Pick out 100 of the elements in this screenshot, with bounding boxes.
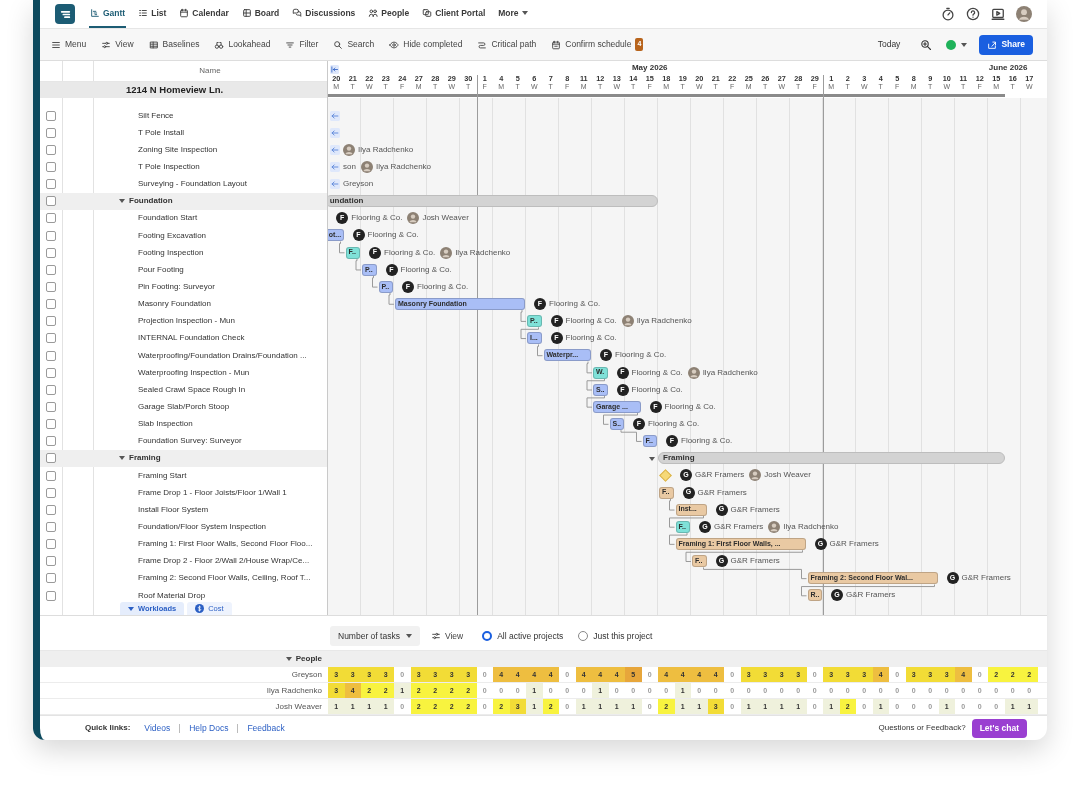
group-bar[interactable]: Framing [658, 452, 1005, 465]
left-arrow-icon[interactable] [330, 110, 340, 121]
nav-tab[interactable]: List [137, 0, 168, 28]
zoom-in-icon[interactable] [920, 38, 933, 51]
checkbox[interactable] [46, 247, 56, 258]
nav-tab[interactable]: Client Portal [421, 0, 487, 28]
feedback-prompt: Questions or Feedback? [878, 722, 966, 734]
toolbar-button[interactable]: Search [330, 36, 378, 53]
assignee-name: Flooring & Co. [681, 435, 733, 448]
checkbox[interactable] [46, 281, 56, 292]
assignee-name: G&R Framers [730, 503, 780, 516]
share-icon [987, 39, 998, 50]
checkbox[interactable] [46, 453, 56, 464]
checkbox[interactable] [46, 299, 56, 310]
group-bar[interactable]: undation [328, 195, 658, 208]
checkbox[interactable] [46, 110, 56, 121]
checkbox[interactable] [46, 333, 56, 344]
expand-caret-icon[interactable] [119, 456, 125, 461]
dependency-line [355, 258, 362, 271]
toolbar-button[interactable]: Lookahead [211, 36, 274, 53]
project-name: 1214 N Homeview Ln. [126, 82, 224, 97]
assignee-name: Josh Weaver [422, 212, 469, 225]
checkbox[interactable] [46, 401, 56, 412]
checkbox[interactable] [46, 367, 56, 378]
radio-button[interactable] [578, 631, 589, 642]
toolbar-button[interactable]: Hide completed [386, 36, 466, 53]
share-button[interactable]: Share [979, 34, 1033, 55]
sliders-icon [430, 631, 441, 642]
view-button[interactable]: View [427, 627, 467, 645]
checkbox[interactable] [46, 162, 56, 172]
binoculars-icon [214, 39, 225, 50]
checkbox[interactable] [46, 521, 56, 532]
toolbar-button[interactable]: Critical path [474, 36, 540, 53]
task-name: Zoning Site Inspection [137, 143, 218, 156]
left-arrow-icon[interactable] [330, 127, 340, 138]
nav-tab[interactable]: Discussions [291, 0, 357, 28]
assignee-name: Ilya Radchenko [358, 143, 414, 156]
checkbox[interactable] [46, 384, 56, 395]
checkbox[interactable] [46, 350, 56, 361]
radio-label: All active projects [497, 629, 564, 643]
nav-tab[interactable]: People [367, 0, 411, 28]
toolbar-button[interactable]: Filter [282, 36, 322, 53]
app-logo[interactable] [55, 4, 75, 24]
footer-link[interactable]: Feedback [237, 723, 294, 733]
group-name: Foundation [129, 195, 173, 208]
person-name: Greyson [291, 668, 322, 681]
radio-button[interactable] [482, 631, 493, 642]
checkbox[interactable] [46, 316, 56, 327]
chat-button[interactable]: Let's chat [971, 718, 1027, 738]
nav-tab[interactable]: Board [240, 0, 281, 28]
expand-caret-icon[interactable] [119, 199, 125, 204]
checkbox[interactable] [46, 419, 56, 430]
task-name: T Pole Install [137, 126, 185, 139]
status-dot[interactable] [946, 39, 957, 50]
checkbox[interactable] [46, 144, 56, 155]
metric-dropdown[interactable]: Number of tasks [330, 626, 420, 647]
stopwatch-icon[interactable] [941, 7, 955, 21]
dependency-line [603, 412, 638, 425]
checkbox[interactable] [46, 127, 56, 138]
assignee-name: Flooring & Co. [351, 212, 403, 225]
toolbar-button[interactable]: Baselines [145, 36, 203, 53]
checkbox[interactable] [46, 573, 56, 584]
checkbox[interactable] [46, 504, 56, 515]
toolbar-button[interactable]: Menu [48, 36, 90, 53]
assignee-name: Flooring & Co. [417, 280, 469, 293]
coin-icon [195, 604, 205, 613]
nav-tab[interactable]: Calendar [178, 0, 230, 28]
checkbox[interactable] [46, 436, 56, 447]
checkbox[interactable] [46, 556, 56, 567]
today-button[interactable]: Today [871, 37, 907, 52]
assignee-name: Flooring & Co. [631, 383, 683, 396]
checkbox[interactable] [46, 264, 56, 275]
footer-link[interactable]: Videos [144, 723, 180, 733]
avatar [621, 315, 634, 328]
help-icon[interactable] [966, 7, 980, 21]
task-name: Framing 2: Second Floor Walls, Ceiling, Roof T... [137, 572, 311, 585]
checkbox[interactable] [46, 539, 56, 550]
checkbox[interactable] [46, 470, 56, 481]
checkbox[interactable] [46, 213, 56, 224]
footer-link[interactable]: Help Docs [179, 723, 238, 733]
toolbar-button[interactable]: View [98, 36, 137, 53]
video-icon[interactable] [991, 7, 1005, 21]
collapse-icon[interactable] [330, 65, 339, 74]
left-arrow-icon[interactable] [330, 161, 340, 172]
nav-tab[interactable]: More [497, 0, 529, 28]
avatar[interactable] [1016, 6, 1032, 22]
checkbox[interactable] [46, 230, 56, 241]
assignee-name: G&R Framers [714, 520, 764, 533]
assignee-name: Ilya Radchenko [702, 366, 758, 379]
task-name: Foundation Start [137, 212, 198, 225]
left-arrow-icon[interactable] [330, 179, 340, 190]
person-name: Ilya Radchenko [266, 684, 322, 697]
task-name: Silt Fence [137, 109, 174, 122]
checkbox[interactable] [46, 179, 56, 190]
left-arrow-icon[interactable] [330, 144, 340, 155]
checkbox[interactable] [46, 487, 56, 498]
checkbox[interactable] [46, 590, 56, 601]
dependency-line [586, 378, 605, 391]
expand-caret-icon[interactable] [285, 657, 292, 662]
checkbox[interactable] [46, 196, 56, 207]
